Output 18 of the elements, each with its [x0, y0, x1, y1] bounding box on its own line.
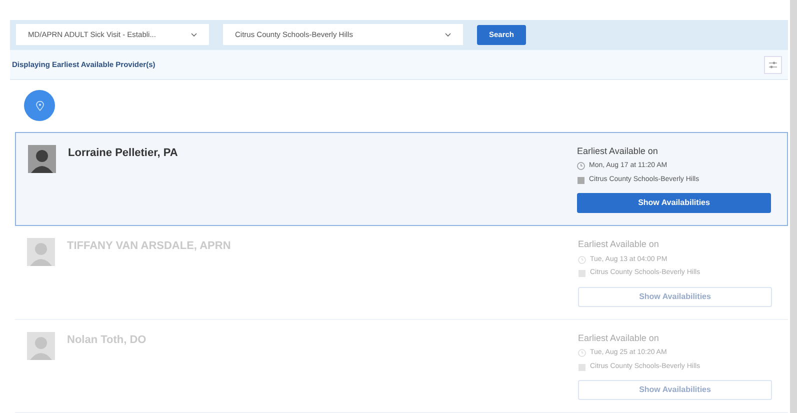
earliest-label: Earliest Available on — [577, 144, 659, 158]
provider-name: Lorraine Pelletier, PA — [68, 146, 178, 161]
clock-icon — [577, 162, 585, 170]
map-pin-icon — [36, 100, 44, 111]
clock-icon — [578, 256, 586, 264]
filter-settings-button[interactable] — [764, 56, 782, 74]
clock-icon — [578, 349, 586, 358]
chevron-icon — [445, 32, 451, 37]
avatar-icon — [27, 238, 55, 266]
earliest-label: Earliest Available on — [578, 332, 660, 345]
map-pin-button[interactable] — [24, 90, 55, 122]
avatar-icon — [27, 332, 55, 360]
earliest-label: Earliest Available on — [578, 238, 660, 252]
show-availabilities-button[interactable]: Show Availabilities — [577, 193, 771, 214]
sliders-icon — [768, 60, 778, 69]
chevron-icon — [191, 32, 197, 37]
scrollbar[interactable] — [790, 0, 797, 413]
avatar-icon — [28, 144, 56, 173]
